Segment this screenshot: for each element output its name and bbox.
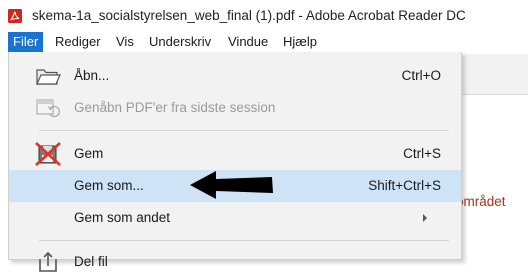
menu-item-label: Gem som andet	[74, 210, 171, 225]
menu-item-share-file[interactable]: Del fil	[9, 246, 461, 278]
menu-item-shortcut: Ctrl+S	[403, 146, 441, 161]
menu-item-label: Gem	[74, 146, 104, 161]
submenu-arrow-icon	[423, 214, 427, 222]
document-text: området	[456, 194, 506, 209]
share-icon	[39, 251, 57, 272]
menu-item-shortcut: Shift+Ctrl+S	[368, 178, 441, 193]
menu-hjaelp[interactable]: Hjælp	[278, 32, 322, 52]
menu-item-label: Genåbn PDF'er fra sidste session	[74, 100, 276, 115]
menu-item-save-as-other[interactable]: Gem som andet	[9, 202, 461, 234]
annotation-arrow-icon	[190, 171, 273, 199]
menu-underskriv[interactable]: Underskriv	[144, 32, 216, 52]
menu-item-open[interactable]: Åbn... Ctrl+O	[9, 60, 461, 92]
menu-item-shortcut: Ctrl+O	[401, 68, 441, 83]
menu-bar: Filer Rediger Vis Underskriv Vindue Hjæl…	[0, 32, 528, 52]
menu-item-label: Del fil	[74, 254, 108, 269]
menu-item-label: Åbn...	[74, 68, 110, 83]
toolbar-background	[460, 54, 528, 95]
menu-item-reopen-session: Genåbn PDF'er fra sidste session	[9, 92, 461, 124]
reopen-session-icon	[36, 99, 60, 118]
menu-vis[interactable]: Vis	[111, 32, 139, 52]
window-title: skema-1a_socialstyrelsen_web_final (1).p…	[32, 8, 466, 23]
folder-open-icon	[36, 69, 61, 85]
document-area	[460, 95, 528, 259]
menu-separator	[39, 130, 449, 131]
menu-separator	[39, 240, 449, 241]
menu-item-save[interactable]: Gem Ctrl+S	[9, 138, 461, 170]
acrobat-reader-icon	[8, 9, 22, 23]
menu-rediger[interactable]: Rediger	[50, 32, 106, 52]
menu-vindue[interactable]: Vindue	[223, 32, 273, 52]
file-menu-dropdown: Åbn... Ctrl+O Genåbn PDF'er fra sidste s…	[8, 52, 462, 272]
title-bar: skema-1a_socialstyrelsen_web_final (1).p…	[0, 0, 528, 32]
save-icon-crossed-out	[35, 142, 61, 166]
menu-item-label: Gem som...	[74, 178, 144, 193]
menu-filer[interactable]: Filer	[8, 32, 44, 52]
